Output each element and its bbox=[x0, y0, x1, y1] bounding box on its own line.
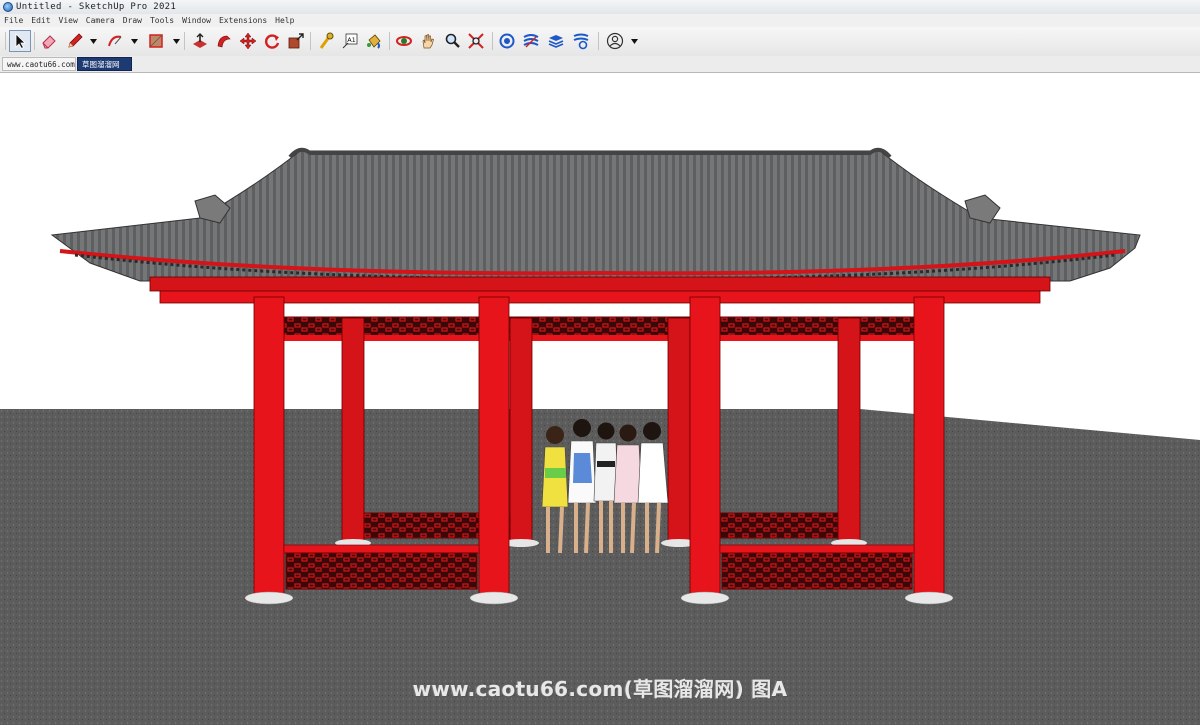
menu-window[interactable]: Window bbox=[178, 14, 215, 27]
menu-tools[interactable]: Tools bbox=[146, 14, 178, 27]
paint-bucket-tool-button[interactable] bbox=[363, 30, 385, 52]
extension-warehouse-icon bbox=[523, 34, 539, 48]
main-toolbar: A1 bbox=[0, 27, 1200, 57]
rotate-tool-button[interactable] bbox=[261, 30, 283, 52]
scale-tool-button[interactable] bbox=[285, 30, 307, 52]
tab-bar: www.caotu66.com 草图溜溜网 bbox=[0, 56, 1200, 73]
rotate-icon bbox=[265, 34, 280, 49]
pan-tool-button[interactable] bbox=[417, 30, 439, 52]
menu-camera[interactable]: Camera bbox=[82, 14, 119, 27]
model-viewport[interactable] bbox=[0, 73, 1200, 725]
tape-measure-icon bbox=[319, 32, 334, 49]
account-dropdown[interactable] bbox=[630, 36, 638, 46]
zoom-extents-icon bbox=[468, 33, 484, 49]
tab-caotu66[interactable]: www.caotu66.com bbox=[2, 57, 76, 71]
account-tool-button[interactable] bbox=[604, 30, 626, 52]
window-title: Untitled - SketchUp Pro 2021 bbox=[16, 2, 177, 12]
tab-caotu-chinese[interactable]: 草图溜溜网 bbox=[77, 57, 132, 71]
text-label-icon: A1 bbox=[342, 33, 358, 49]
toolbar-separator bbox=[34, 32, 35, 50]
orbit-tool-button[interactable] bbox=[393, 30, 415, 52]
shape-tool-dropdown[interactable] bbox=[172, 36, 180, 46]
chevron-down-icon bbox=[130, 38, 138, 44]
hand-icon bbox=[422, 34, 434, 49]
move-arrows-icon bbox=[239, 32, 257, 50]
extension-manager-tool-button[interactable] bbox=[570, 30, 592, 52]
menu-extensions[interactable]: Extensions bbox=[215, 14, 271, 27]
menu-help[interactable]: Help bbox=[271, 14, 298, 27]
arc-tool-button[interactable] bbox=[104, 30, 126, 52]
menu-view[interactable]: View bbox=[55, 14, 82, 27]
line-tool-dropdown[interactable] bbox=[89, 36, 97, 46]
select-tool-button[interactable] bbox=[9, 30, 31, 52]
line-tool-button[interactable] bbox=[64, 30, 86, 52]
chevron-down-icon bbox=[89, 38, 97, 44]
3d-warehouse-icon bbox=[499, 33, 515, 49]
text-tool-button[interactable]: A1 bbox=[339, 30, 361, 52]
paint-bucket-icon bbox=[367, 34, 381, 49]
extension-manager-icon bbox=[573, 33, 589, 50]
sketchup-app-icon bbox=[3, 2, 13, 12]
menu-file[interactable]: File bbox=[0, 14, 27, 27]
toolbar-separator bbox=[5, 32, 6, 50]
text-tool-label: A1 bbox=[347, 36, 356, 44]
eraser-tool-button[interactable] bbox=[38, 30, 60, 52]
eraser-icon bbox=[42, 35, 56, 49]
user-account-icon bbox=[606, 32, 624, 50]
tape-measure-tool-button[interactable] bbox=[315, 30, 337, 52]
arc-tool-dropdown[interactable] bbox=[130, 36, 138, 46]
extension-warehouse-tool-button[interactable] bbox=[520, 30, 542, 52]
layout-tool-button[interactable] bbox=[545, 30, 567, 52]
arrow-cursor-icon bbox=[15, 33, 26, 50]
rectangle-icon bbox=[149, 34, 163, 48]
push-pull-icon bbox=[193, 33, 207, 48]
move-tool-button[interactable] bbox=[237, 30, 259, 52]
chevron-down-icon bbox=[172, 38, 180, 44]
push-pull-tool-button[interactable] bbox=[189, 30, 211, 52]
follow-me-icon bbox=[217, 35, 231, 48]
chevron-down-icon bbox=[630, 38, 638, 44]
toolbar-separator bbox=[389, 32, 390, 50]
warehouse-tool-button[interactable] bbox=[496, 30, 518, 52]
shape-tool-button[interactable] bbox=[145, 30, 167, 52]
toolbar-separator bbox=[598, 32, 599, 50]
pencil-icon bbox=[68, 33, 83, 48]
menu-draw[interactable]: Draw bbox=[119, 14, 146, 27]
menu-bar: File Edit View Camera Draw Tools Window … bbox=[0, 14, 1200, 27]
toolbar-separator bbox=[184, 32, 185, 50]
title-bar: Untitled - SketchUp Pro 2021 bbox=[0, 0, 1200, 15]
menu-edit[interactable]: Edit bbox=[27, 14, 54, 27]
layout-icon bbox=[548, 35, 564, 48]
scale-icon bbox=[288, 33, 304, 49]
orbit-icon bbox=[396, 36, 412, 46]
pavilion-scene bbox=[0, 73, 1200, 725]
watermark-text: www.caotu66.com(草图溜溜网) 图A bbox=[412, 677, 788, 701]
toolbar-separator bbox=[492, 32, 493, 50]
arc-icon bbox=[108, 35, 122, 47]
magnifier-icon bbox=[445, 33, 460, 48]
toolbar-separator bbox=[310, 32, 311, 50]
follow-me-tool-button[interactable] bbox=[213, 30, 235, 52]
zoom-tool-button[interactable] bbox=[441, 30, 463, 52]
zoom-extents-tool-button[interactable] bbox=[465, 30, 487, 52]
